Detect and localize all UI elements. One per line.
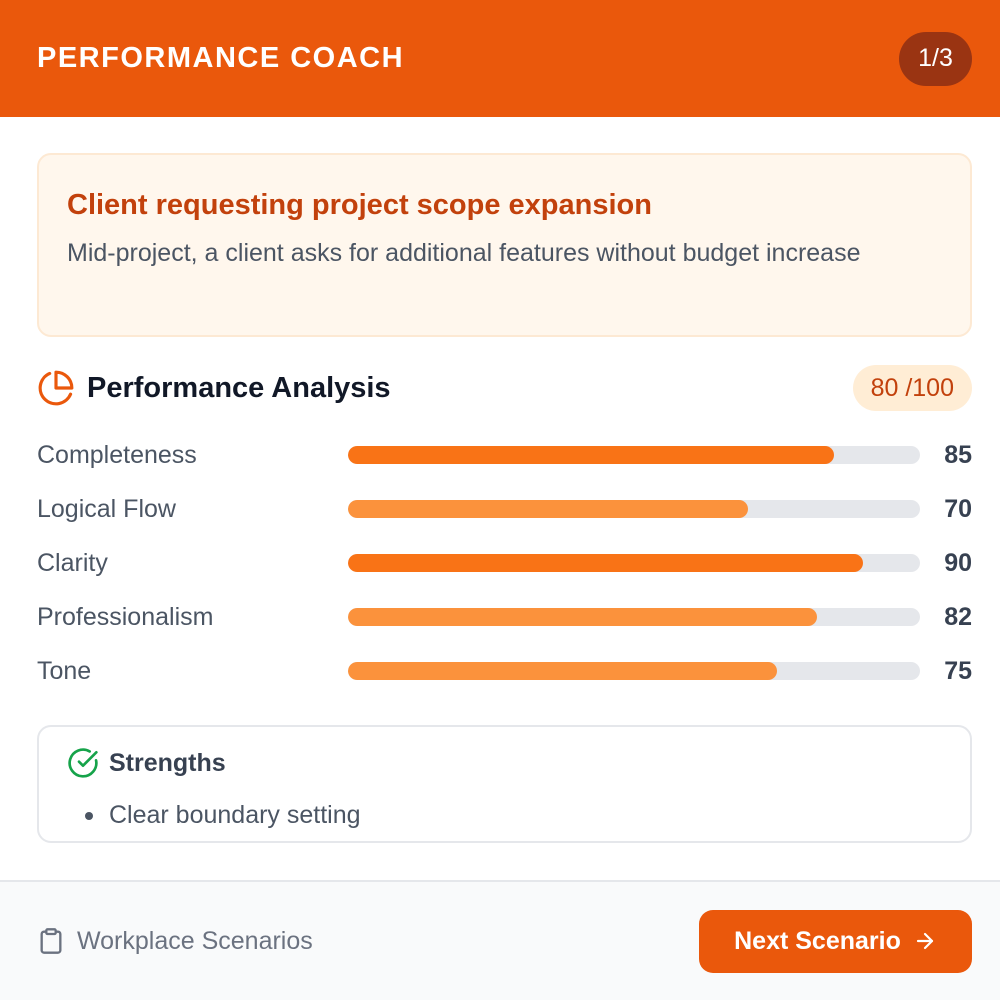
analysis-title: Performance Analysis [87,371,391,404]
app-header: PERFORMANCE COACH 1/3 [0,0,1000,117]
check-circle-icon [68,748,98,778]
metric-track [348,608,920,626]
metric-row-completeness: Completeness 85 [37,435,972,475]
footer: Workplace Scenarios Next Scenario [0,880,1000,1000]
list-item: Clear boundary setting [85,801,942,830]
analysis-heading: Performance Analysis [37,369,391,407]
metric-fill [348,500,749,518]
metric-value: 82 [944,602,972,631]
metric-value: 70 [944,494,972,523]
metric-value: 90 [944,548,972,577]
metric-label: Logical Flow [37,494,176,523]
bullet-icon [85,811,93,820]
metric-track [348,554,920,572]
arrow-right-icon [916,932,933,950]
pie-chart-icon [38,370,74,406]
metric-row-tone: Tone 75 [37,651,972,691]
next-scenario-button[interactable]: Next Scenario [699,909,972,973]
metric-label: Clarity [37,548,108,577]
metric-row-logical-flow: Logical Flow 70 [37,489,972,529]
scenario-card: Client requesting project scope expansio… [37,153,972,337]
strengths-list: Clear boundary setting [67,801,942,830]
footer-label: Workplace Scenarios [77,926,313,955]
analysis-header: Performance Analysis 80 /100 [37,365,972,411]
metric-value: 85 [944,440,972,469]
next-scenario-label: Next Scenario [734,926,901,955]
scenario-title: Client requesting project scope expansio… [67,189,652,221]
strengths-heading: Strengths [67,747,942,779]
strength-text: Clear boundary setting [109,801,361,829]
metric-fill [348,554,863,572]
metric-label: Completeness [37,440,197,469]
metric-label: Tone [37,656,92,685]
strengths-card: Strengths Clear boundary setting [37,725,972,843]
strengths-title: Strengths [109,748,226,777]
metric-value: 75 [944,656,972,685]
metric-fill [348,446,835,464]
footer-category: Workplace Scenarios [37,926,313,956]
metric-row-clarity: Clarity 90 [37,543,972,583]
metric-track [348,500,920,518]
metric-label: Professionalism [37,602,214,631]
total-score-suffix: /100 [898,373,954,402]
clipboard-icon [40,928,62,954]
metric-row-professionalism: Professionalism 82 [37,597,972,637]
total-score-badge: 80 /100 [852,365,972,411]
metric-track [348,446,920,464]
scenario-description: Mid-project, a client asks for additiona… [67,239,861,267]
total-score-value: 80 [870,373,899,402]
app-title: PERFORMANCE COACH [37,42,405,74]
scenario-counter-badge: 1/3 [899,31,972,86]
metric-fill [348,662,777,680]
metric-fill [348,608,818,626]
metric-track [348,662,920,680]
